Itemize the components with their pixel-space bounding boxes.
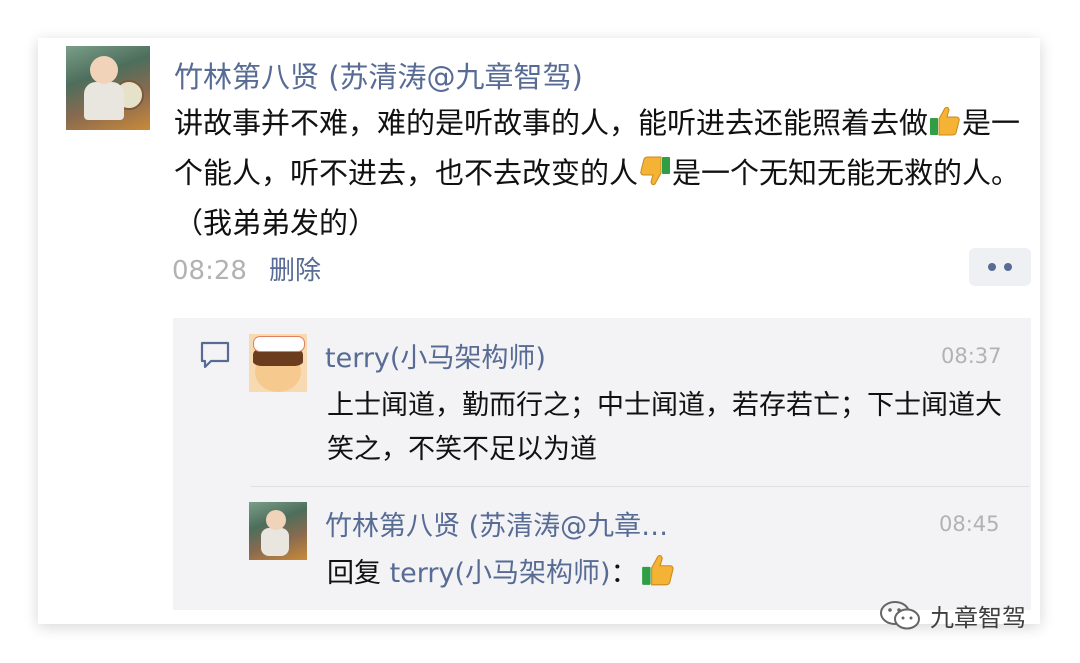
comment-time: 08:45 (939, 512, 1000, 536)
more-dots-icon (988, 263, 996, 271)
poster-avatar[interactable] (66, 46, 150, 130)
reply-to-name[interactable]: terry(小马架构师) (390, 558, 611, 589)
poster-name[interactable]: 竹林第八贤 (苏清涛@九章智驾) (174, 54, 583, 96)
comments-panel: terry(小马架构师) 08:37 上士闻道，勤而行之；中士闻道，若存若亡；下… (173, 318, 1031, 610)
more-button[interactable] (969, 248, 1031, 286)
comment-divider (251, 486, 1029, 487)
thumbs-up-icon (640, 553, 676, 601)
post-text-part1: 讲故事并不难，难的是听故事的人，能听进去还能照着去做 (174, 106, 929, 140)
comment-text[interactable]: 上士闻道，勤而行之；中士闻道，若存若亡；下士闻道大笑之，不笑不足以为道 (327, 384, 1007, 472)
reply-suffix: ： (610, 558, 638, 589)
moment-card: 竹林第八贤 (苏清涛@九章智驾) 讲故事并不难，难的是听故事的人，能听进去还能照… (38, 38, 1040, 624)
thumbs-up-icon (928, 104, 962, 150)
post-meta: 08:28 删除 (172, 250, 321, 287)
watermark: 九章智驾 (878, 598, 1026, 633)
comment-icon (200, 341, 230, 369)
reply-prefix: 回复 (327, 558, 381, 589)
delete-link[interactable]: 删除 (269, 256, 321, 286)
post-text: 讲故事并不难，难的是听故事的人，能听进去还能照着去做 是一个能人，听不进去，也不去… (174, 100, 1024, 246)
comment-author[interactable]: terry(小马架构师) (325, 336, 546, 375)
post-time: 08:28 (172, 256, 247, 286)
commenter-avatar-terry[interactable] (249, 334, 307, 392)
more-dots-icon-2 (1004, 263, 1012, 271)
watermark-text: 九章智驾 (930, 604, 1026, 632)
comment-time: 08:37 (941, 344, 1002, 368)
commenter-avatar-zhulin[interactable] (249, 502, 307, 560)
thumbs-down-icon (638, 154, 672, 200)
wechat-icon (880, 600, 920, 629)
comment-author[interactable]: 竹林第八贤 (苏清涛@九章… (325, 504, 668, 543)
reply-text[interactable]: 回复 terry(小马架构师)： (327, 552, 676, 601)
